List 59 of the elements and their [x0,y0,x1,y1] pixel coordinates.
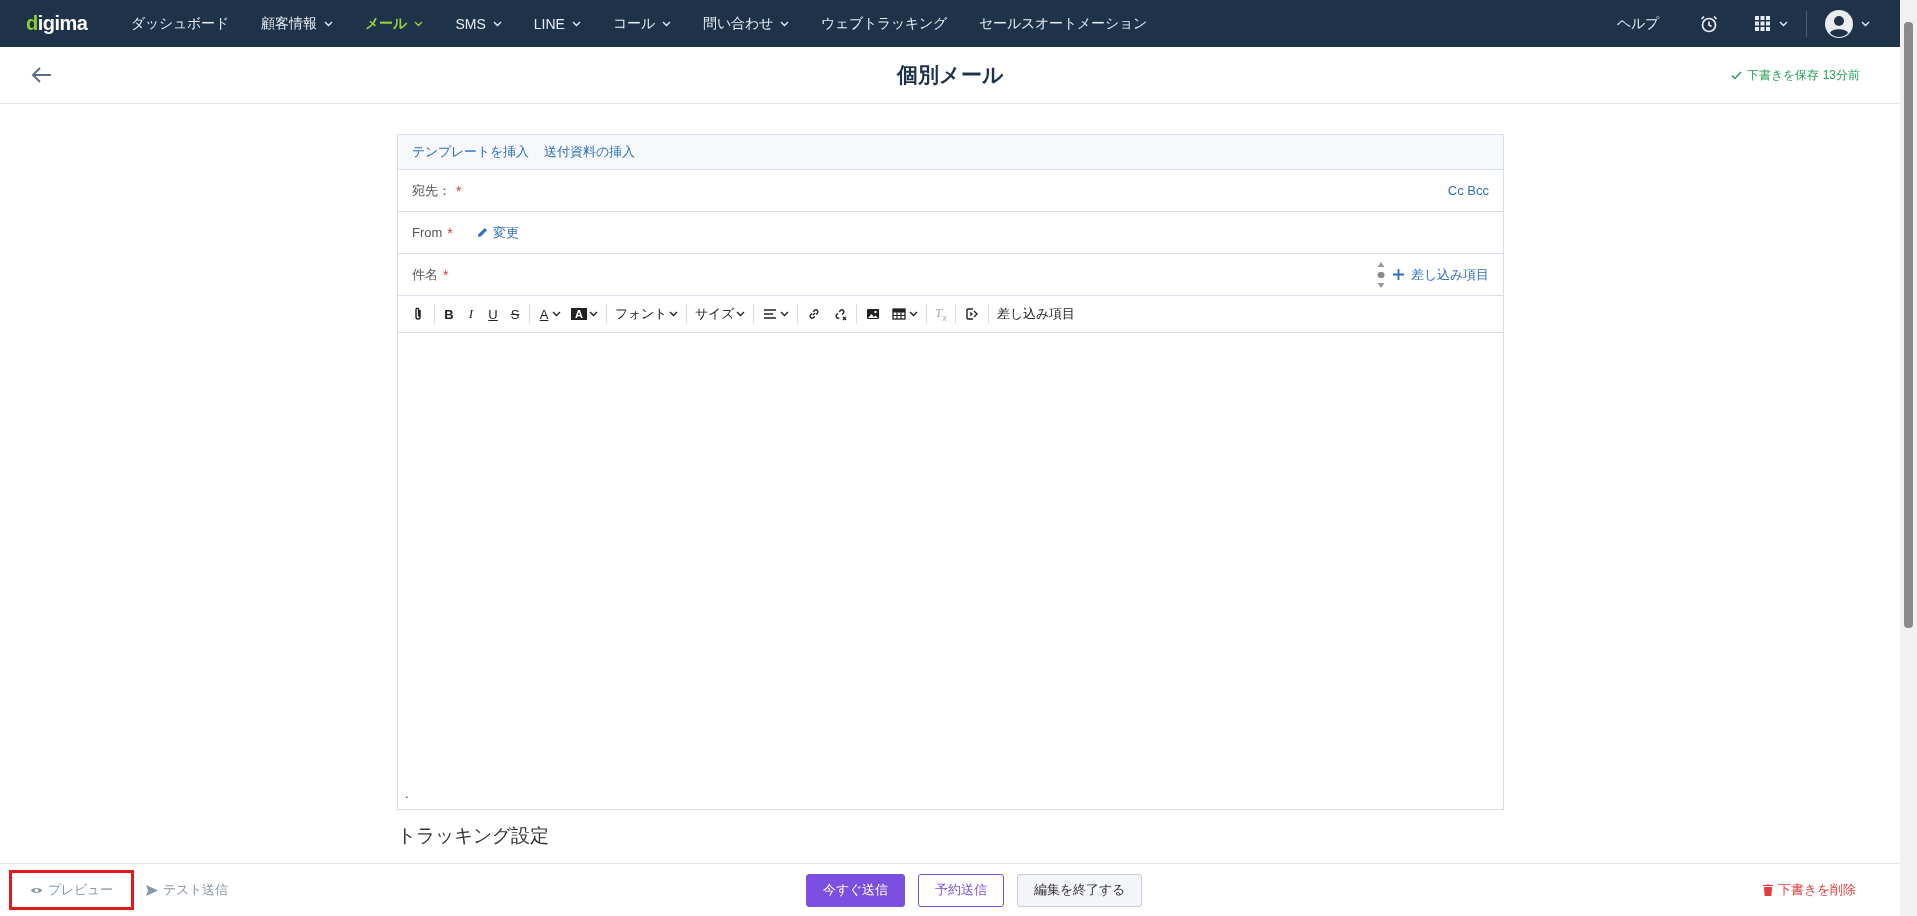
finish-button[interactable]: 編集を終了する [1017,873,1142,907]
link-icon [806,306,822,322]
align-icon [762,306,778,322]
nav-item[interactable]: ダッシュボード [115,0,246,47]
nav-item[interactable]: 問い合わせ [686,0,805,47]
plus-icon [1392,268,1405,281]
caret-icon [1779,20,1788,27]
scrollbar[interactable] [1900,0,1917,916]
schedule-button[interactable]: 予約送信 [918,873,1004,907]
nav-item[interactable]: ウェブトラッキング [804,0,963,47]
caret-icon [1861,20,1870,27]
required-mark: * [447,224,453,241]
apps-grid-icon[interactable] [1755,15,1771,32]
table-icon [891,306,907,322]
logo[interactable]: digima [26,12,88,35]
toolbar-menu[interactable]: フォント [611,302,682,326]
nav-item[interactable]: 顧客情報 [245,0,350,47]
send-now-button[interactable]: 今すぐ送信 [806,873,905,907]
back-arrow-icon[interactable] [30,66,52,84]
toolbar-menu[interactable]: 差し込み項目 [993,302,1080,326]
check-icon [1731,70,1743,80]
nav-item[interactable]: メール [349,0,440,47]
toolbar-menu[interactable]: サイズ [691,302,749,326]
section-heading: トラッキング設定 [397,824,550,848]
cc-bcc-link[interactable]: Cc Bcc [1447,183,1489,198]
format-button[interactable]: S [505,303,525,325]
pencil-icon [476,227,488,238]
change-link[interactable]: 変更 [476,223,519,242]
body-text: . [405,786,409,801]
avatar-icon[interactable] [1825,9,1853,38]
help-link[interactable]: ヘルプ [1595,14,1681,33]
field-label: 件名 [412,265,438,284]
trash-icon [1763,884,1773,896]
required-mark: * [443,266,449,283]
field-label: From [412,225,443,240]
alarm-clock-icon[interactable] [1699,13,1719,34]
format-button[interactable]: A [567,305,602,323]
format-button[interactable]: I [461,303,481,325]
editor-body[interactable]: . [398,333,1503,809]
format-button[interactable]: B [439,303,459,325]
image-icon [865,306,881,322]
scroll-arrows-icon [1376,260,1386,289]
page-title: 個別メール [896,63,1004,86]
required-mark: * [456,182,462,199]
nav-item[interactable]: セールスオートメーション [962,0,1163,47]
eye-icon [30,885,43,895]
nav-item[interactable]: LINE [517,0,597,47]
format-button[interactable]: U [483,303,503,325]
unlink-icon [832,306,848,322]
insert-link[interactable]: テンプレートを挿入 [412,143,529,161]
format-button[interactable]: A [534,303,565,325]
nav-item[interactable]: コール [596,0,687,47]
send-icon [146,884,158,896]
save-status: 下書きを保存 13分前 [1747,66,1860,84]
delete-draft-button[interactable]: 下書きを削除 [1757,880,1862,900]
merge-field-link[interactable]: 差し込み項目 [1392,265,1489,284]
insert-link[interactable]: 送付資料の挿入 [544,143,635,161]
field-label: 宛先： [412,181,451,200]
nav-item[interactable]: SMS [439,0,518,47]
